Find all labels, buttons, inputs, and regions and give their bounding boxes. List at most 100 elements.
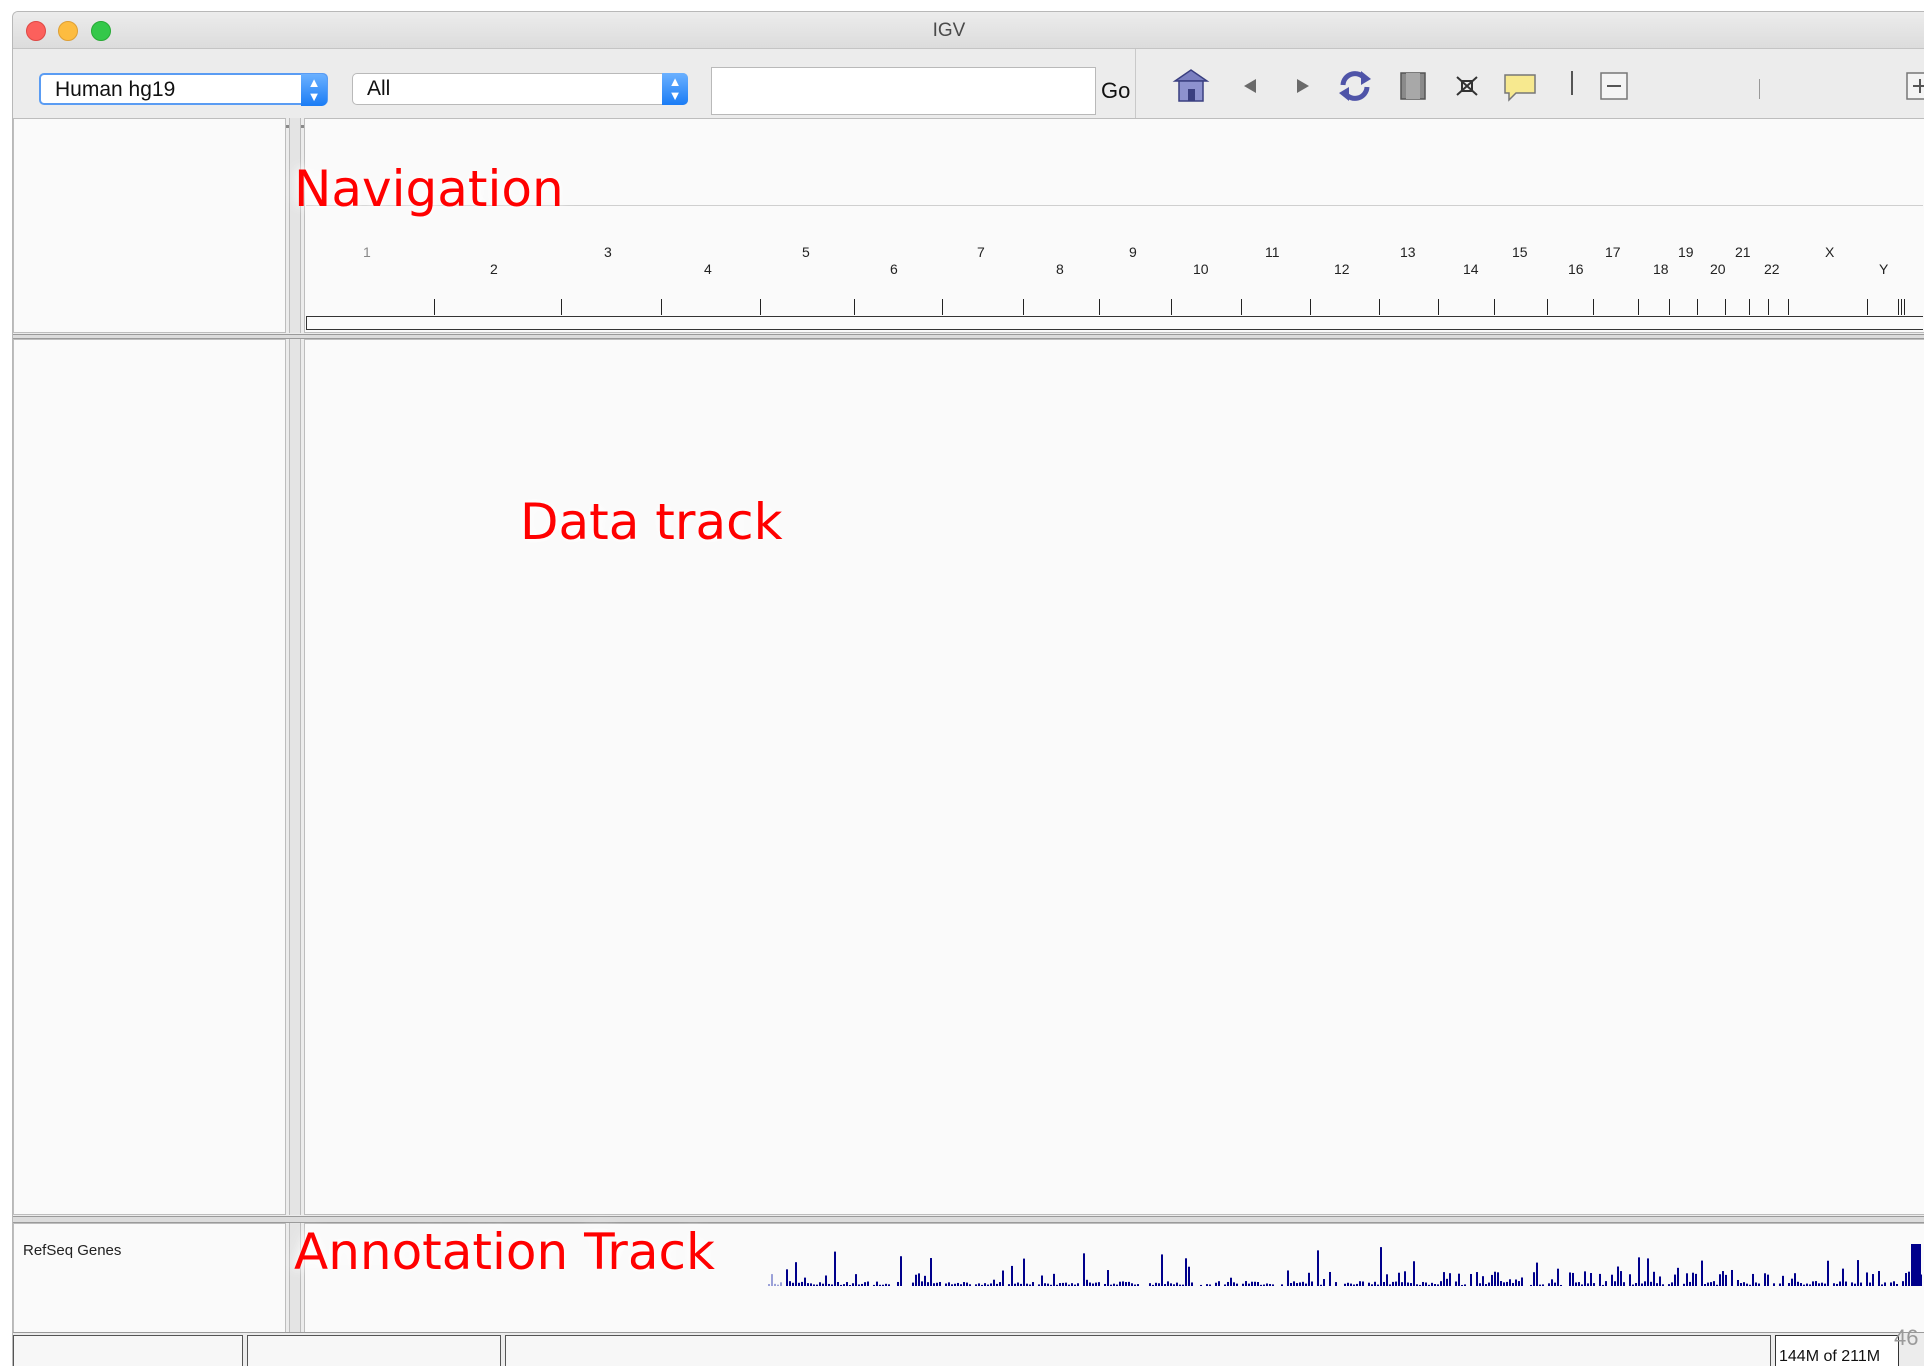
chromosome-label[interactable]: 7 — [977, 244, 985, 260]
gene-density-bar — [1251, 1281, 1253, 1286]
gene-density-bar — [867, 1281, 869, 1286]
chromosome-label[interactable]: 13 — [1400, 244, 1416, 260]
gene-density-bar — [1479, 1283, 1481, 1286]
panel-divider[interactable] — [289, 118, 301, 333]
region-of-interest-icon[interactable] — [1393, 67, 1433, 105]
chromosome-label[interactable]: 9 — [1129, 244, 1137, 260]
resize-to-window-icon[interactable] — [1447, 67, 1487, 105]
chromosome-label[interactable]: 10 — [1193, 261, 1209, 277]
chromosome-label[interactable]: 5 — [802, 244, 810, 260]
chromosome-label[interactable]: 2 — [490, 261, 498, 277]
gene-density-bar — [1710, 1282, 1712, 1286]
annotation-track-annotation-label: Annotation Track — [294, 1223, 715, 1281]
gene-density-bar — [1689, 1281, 1691, 1286]
gene-density-bar — [1074, 1284, 1076, 1286]
window-title: IGV — [932, 20, 966, 41]
gene-density-bar — [1170, 1283, 1172, 1286]
genome-select[interactable]: Human hg19 ▲ ▼ — [39, 73, 328, 106]
back-arrow-icon[interactable] — [1230, 67, 1270, 105]
gene-density-bar — [1647, 1258, 1649, 1286]
chromosome-label[interactable]: 14 — [1463, 261, 1479, 277]
ruler-tick — [1171, 299, 1172, 315]
gene-density-bar — [1077, 1283, 1079, 1286]
refseq-track-name[interactable]: RefSeq Genes — [23, 1242, 121, 1259]
panel-splitter[interactable] — [13, 1216, 1924, 1223]
zoom-in-icon[interactable] — [1901, 67, 1924, 105]
chromosome-label[interactable]: 17 — [1605, 244, 1621, 260]
gene-density-bar — [1911, 1244, 1921, 1286]
ruler-tick — [1768, 299, 1769, 315]
gene-density-bar — [1308, 1272, 1310, 1286]
gene-density-bar — [771, 1274, 773, 1286]
popup-info-icon[interactable] — [1500, 67, 1540, 105]
gene-density-bar — [810, 1283, 812, 1286]
gene-density-bar — [1614, 1281, 1616, 1286]
gene-density-bar — [1686, 1273, 1688, 1286]
gene-density-bar — [789, 1281, 791, 1286]
gene-density-bar — [1113, 1283, 1115, 1286]
gene-density-bar — [1719, 1274, 1721, 1286]
panel-divider[interactable] — [289, 339, 301, 1215]
gene-density-bar — [1470, 1273, 1472, 1286]
chromosome-label[interactable]: Y — [1879, 261, 1888, 277]
chromosome-label[interactable]: 12 — [1334, 261, 1350, 277]
chromosome-label[interactable]: 19 — [1678, 244, 1694, 260]
go-button[interactable]: Go — [1101, 78, 1130, 104]
gene-density-bar — [1461, 1284, 1463, 1286]
gene-density-bar — [1017, 1282, 1019, 1286]
zoom-out-icon[interactable] — [1595, 67, 1635, 105]
gene-density-bar — [1392, 1281, 1394, 1286]
ruler-tick — [1898, 299, 1899, 315]
gene-density-bar — [1632, 1284, 1634, 1286]
ruler-panel[interactable] — [304, 118, 1924, 333]
navigation-annotation-label: Navigation — [294, 160, 564, 218]
chromosome-label[interactable]: 16 — [1568, 261, 1584, 277]
zoom-slider-tick[interactable] — [1759, 79, 1760, 99]
chromosome-label[interactable]: 8 — [1056, 261, 1064, 277]
chromosome-label[interactable]: 21 — [1735, 244, 1751, 260]
gene-density-bar — [978, 1283, 980, 1286]
chromosome-label[interactable]: 4 — [704, 261, 712, 277]
gene-density-bar — [1533, 1272, 1535, 1286]
gene-density-bar — [1419, 1284, 1421, 1286]
gene-density-bar — [1437, 1284, 1439, 1286]
home-icon[interactable] — [1171, 67, 1211, 105]
chromosome-label[interactable]: 11 — [1265, 244, 1280, 260]
toolbar: Human hg19 ▲ ▼ All ▲ ▼ Go — [13, 49, 1924, 128]
forward-arrow-icon[interactable] — [1283, 67, 1323, 105]
chromosome-label[interactable]: 1 — [363, 244, 371, 260]
page-number: 46 — [1894, 1325, 1919, 1350]
chromosome-label[interactable]: 15 — [1512, 244, 1528, 260]
gene-density-bar — [1281, 1284, 1283, 1286]
gene-density-bar — [1503, 1282, 1505, 1286]
gene-density-bar — [1050, 1284, 1052, 1286]
gene-density-bar — [1011, 1265, 1013, 1286]
chromosome-select[interactable]: All ▲ ▼ — [352, 73, 688, 105]
gene-density-bar — [1092, 1283, 1094, 1286]
refresh-icon[interactable] — [1335, 67, 1375, 105]
gene-density-bar — [1059, 1283, 1061, 1286]
data-track-panel[interactable] — [304, 339, 1924, 1215]
gene-density-bar — [1443, 1272, 1445, 1286]
genome-select-value: Human hg19 — [55, 78, 176, 101]
data-name-panel — [13, 339, 286, 1215]
locus-search-input[interactable] — [711, 67, 1096, 115]
chromosome-label[interactable]: 22 — [1764, 261, 1780, 277]
chromosome-label[interactable]: 20 — [1710, 261, 1726, 277]
gene-density-bar — [1788, 1283, 1790, 1286]
gene-density-bar — [1098, 1282, 1100, 1286]
ruler-tick — [1438, 299, 1439, 315]
gene-density-bar — [897, 1281, 899, 1286]
status-cell-position — [13, 1335, 243, 1366]
gene-density-bar — [1803, 1284, 1805, 1286]
gene-density-bar — [816, 1284, 818, 1286]
gene-density-bar — [1602, 1284, 1604, 1286]
chromosome-label[interactable]: 3 — [604, 244, 612, 260]
gene-density-bar — [1245, 1281, 1247, 1286]
chromosome-label[interactable]: 18 — [1653, 261, 1669, 277]
chromosome-label[interactable]: X — [1825, 244, 1834, 260]
chromosome-label[interactable]: 6 — [890, 261, 898, 277]
gene-density-bar — [1227, 1281, 1229, 1286]
ruler-tick — [1310, 299, 1311, 315]
gene-density-bar — [1704, 1284, 1706, 1286]
